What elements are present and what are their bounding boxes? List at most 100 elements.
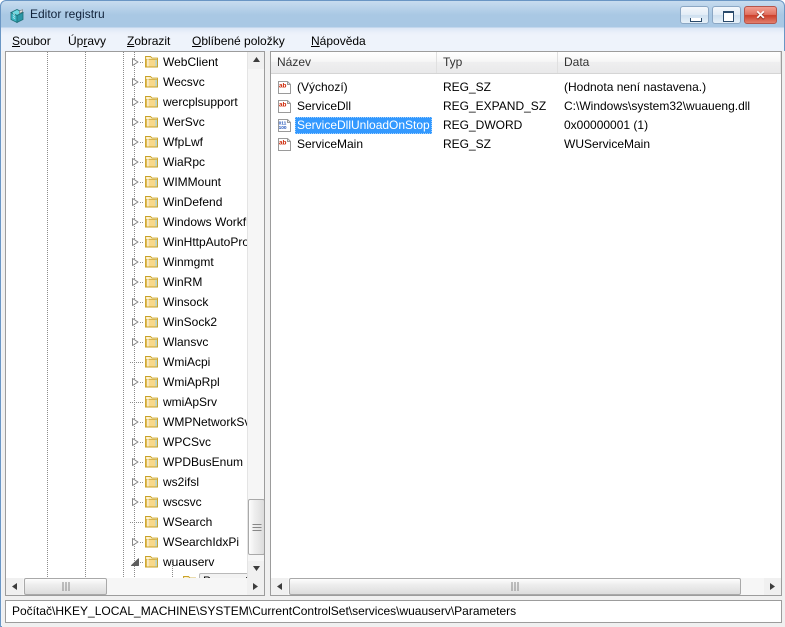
folder-icon (144, 275, 159, 289)
tree-item-wmpnetworksvc[interactable]: WMPNetworkSvc (6, 412, 248, 432)
value-name: ServiceDllUnloadOnStop (295, 117, 432, 134)
tree-item-winsock[interactable]: Winsock (6, 292, 248, 312)
expand-triangle-icon[interactable] (130, 417, 140, 427)
folder-icon (144, 415, 159, 429)
expand-triangle-icon[interactable] (130, 77, 140, 87)
tree-hscroll-thumb[interactable] (24, 578, 107, 595)
menu-soubor-label: oubor (20, 34, 51, 48)
expand-triangle-icon[interactable] (130, 337, 140, 347)
expand-triangle-icon[interactable] (130, 217, 140, 227)
menu-oblibene-polozky[interactable]: Oblíbené položky (186, 33, 291, 50)
tree-item-wpdbusenum[interactable]: WPDBusEnum (6, 452, 248, 472)
expand-triangle-icon[interactable] (130, 537, 140, 547)
expand-triangle-icon[interactable] (130, 317, 140, 327)
tree-item-label: wscsvc (163, 495, 202, 509)
expand-triangle-icon[interactable] (130, 197, 140, 207)
tree-item-label: WPCSvc (163, 435, 211, 449)
minimize-button[interactable] (680, 6, 709, 24)
tree-item-wimmount[interactable]: WIMMount (6, 172, 248, 192)
list-horizontal-scrollbar[interactable] (271, 578, 781, 595)
menu-napoveda[interactable]: Nápověda (305, 33, 372, 50)
tree-item-wscsvc[interactable]: wscsvc (6, 492, 248, 512)
value-row[interactable]: ab (Výchozí) REG_SZ (Hodnota není nastavena… (271, 78, 781, 97)
list-scroll-right-button[interactable] (764, 578, 781, 595)
scroll-grip-icon (252, 520, 261, 534)
tree-item-label: WinSock2 (163, 315, 218, 329)
expand-triangle-icon[interactable] (130, 97, 140, 107)
maximize-button[interactable] (712, 6, 741, 24)
folder-icon (144, 215, 159, 229)
expand-triangle-icon[interactable] (130, 377, 140, 387)
tree-scroll-up-button[interactable] (248, 52, 264, 69)
expand-triangle-icon[interactable] (130, 497, 140, 507)
tree-item-wpcsvc[interactable]: WPCSvc (6, 432, 248, 452)
tree-item-wiarpc[interactable]: WiaRpc (6, 152, 248, 172)
tree-item-wmiapsrv[interactable]: wmiApSrv (6, 392, 248, 412)
column-header-typ[interactable]: Typ (437, 52, 558, 73)
tree-horizontal-scrollbar[interactable] (6, 578, 264, 595)
expand-triangle-icon[interactable] (130, 157, 140, 167)
tree-item-windows-workflow[interactable]: Windows Workflow (6, 212, 248, 232)
close-button[interactable]: ✕ (744, 6, 777, 24)
folder-icon (144, 335, 159, 349)
tree-scroll-thumb[interactable] (248, 499, 264, 555)
registry-tree-pane[interactable]: WebClient Wecsvc wercplsupport WerSvc WfpLwf… (5, 51, 265, 596)
expand-triangle-icon[interactable] (130, 57, 140, 67)
registry-path-text: Počítač\HKEY_LOCAL_MACHINE\SYSTEM\Curren… (12, 604, 517, 618)
tree-item-wsearch[interactable]: WSearch (6, 512, 248, 532)
tree-item-label: Wlansvc (163, 335, 209, 349)
registry-values-pane[interactable]: Název Typ Data ab (Výchozí) REG_SZ (Hodnota n… (270, 51, 782, 596)
expand-triangle-icon[interactable] (130, 237, 140, 247)
tree-item-winmgmt[interactable]: Winmgmt (6, 252, 248, 272)
tree-scroll-down-button[interactable] (248, 561, 264, 578)
expand-triangle-icon[interactable] (130, 297, 140, 307)
tree-item-label: wercplsupport (163, 95, 238, 109)
tree-item-wmiacpi[interactable]: WmiAcpi (6, 352, 248, 372)
collapse-triangle-icon[interactable] (130, 557, 140, 567)
title-bar[interactable]: Editor registru ✕ (1, 1, 784, 30)
value-row[interactable]: ab ServiceDll REG_EXPAND_SZ C:\Windows\syst… (271, 97, 781, 116)
tree-item-windefend[interactable]: WinDefend (6, 192, 248, 212)
expand-triangle-icon[interactable] (130, 117, 140, 127)
tree-item-label: Winsock (163, 295, 209, 309)
expand-triangle-icon[interactable] (130, 257, 140, 267)
tree-item-winrm[interactable]: WinRM (6, 272, 248, 292)
menu-soubor[interactable]: Soubor (6, 33, 57, 50)
column-header-data[interactable]: Data (558, 52, 781, 73)
tree-item-wsearchidxpi[interactable]: WSearchIdxPi (6, 532, 248, 552)
tree-item-wercplsupport[interactable]: wercplsupport (6, 92, 248, 112)
expand-triangle-icon[interactable] (130, 177, 140, 187)
list-hscroll-thumb[interactable] (289, 578, 741, 595)
tree-item-winhttpautoproxy[interactable]: WinHttpAutoProxy (6, 232, 248, 252)
tree-vertical-scrollbar[interactable] (247, 52, 264, 578)
tree-item-wecsvc[interactable]: Wecsvc (6, 72, 248, 92)
minimize-icon (681, 7, 708, 23)
list-scroll-left-button[interactable] (271, 578, 288, 595)
menu-zobrazit[interactable]: Zobrazit (121, 33, 176, 50)
tree-item-wfplwf[interactable]: WfpLwf (6, 132, 248, 152)
tree-scroll-right-button[interactable] (247, 578, 264, 595)
maximize-icon (713, 7, 740, 23)
tree-item-wlansvc[interactable]: Wlansvc (6, 332, 248, 352)
tree-item-label: WinHttpAutoProxy (163, 235, 248, 249)
value-row[interactable]: ab ServiceMain REG_SZ WUServiceMain (271, 135, 781, 154)
tree-item-ws2ifsl[interactable]: ws2ifsl (6, 472, 248, 492)
column-header-název[interactable]: Název (271, 52, 437, 73)
folder-icon (144, 115, 159, 129)
tree-item-webclient[interactable]: WebClient (6, 52, 248, 72)
value-data: 0x00000001 (1) (564, 118, 649, 132)
expand-triangle-icon[interactable] (130, 477, 140, 487)
value-row[interactable]: 011 100 ServiceDllUnloadOnStop REG_DWORD 0x0… (271, 116, 781, 135)
expand-triangle-icon[interactable] (130, 437, 140, 447)
tree-scroll-left-button[interactable] (6, 578, 23, 595)
tree-item-wersvc[interactable]: WerSvc (6, 112, 248, 132)
expand-triangle-icon[interactable] (130, 277, 140, 287)
value-type: REG_SZ (443, 80, 492, 94)
tree-item-winsock2[interactable]: WinSock2 (6, 312, 248, 332)
menu-upravy[interactable]: Úpravy (62, 33, 112, 50)
expand-triangle-icon[interactable] (130, 457, 140, 467)
tree-item-wuauserv[interactable]: wuauserv (6, 552, 248, 572)
tree-item-label: Wecsvc (163, 75, 205, 89)
expand-triangle-icon[interactable] (130, 137, 140, 147)
tree-item-wmiaprpl[interactable]: WmiApRpl (6, 372, 248, 392)
